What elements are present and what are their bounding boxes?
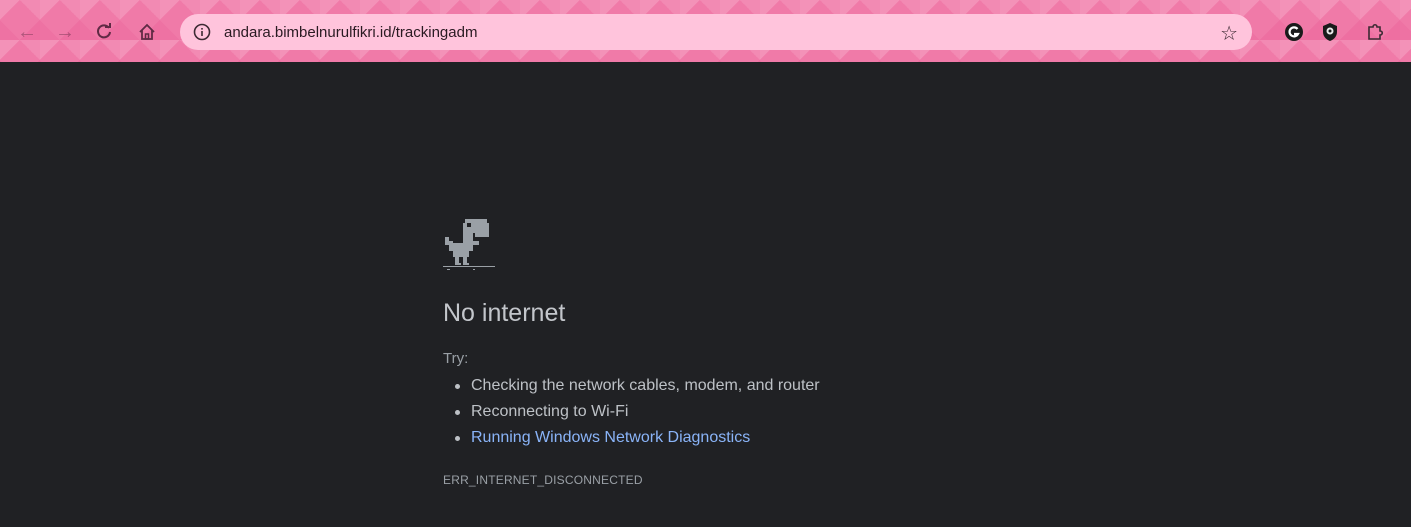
address-bar[interactable]: andara.bimbelnurulfikri.id/trackingadm ☆ xyxy=(180,14,1252,50)
suggestions-list: Checking the network cables, modem, and … xyxy=(443,373,1043,451)
error-code: ERR_INTERNET_DISCONNECTED xyxy=(443,473,643,487)
dinosaur-icon xyxy=(443,219,495,270)
forward-button[interactable]: → xyxy=(52,19,78,45)
network-diagnostics-link[interactable]: Running Windows Network Diagnostics xyxy=(455,425,1043,451)
back-arrow-icon: ← xyxy=(17,20,37,43)
browser-toolbar: ← → andara.bimbelnurulfikri.id/trackinga… xyxy=(0,0,1411,62)
puzzle-extensions-icon xyxy=(1368,23,1384,40)
grammar-extension-icon xyxy=(1285,23,1303,41)
reload-icon xyxy=(97,23,111,39)
try-label: Try: xyxy=(443,350,469,367)
error-page: No internet Try: Checking the network ca… xyxy=(443,215,1043,487)
page-title: No internet xyxy=(443,299,566,327)
shield-extension-icon xyxy=(1323,23,1337,41)
list-item: Reconnecting to Wi-Fi xyxy=(455,399,1043,425)
forward-arrow-icon: → xyxy=(55,20,75,43)
url-text[interactable]: andara.bimbelnurulfikri.id/trackingadm xyxy=(224,24,477,41)
extensions-button[interactable] xyxy=(1364,21,1386,43)
shield-extension-button[interactable] xyxy=(1319,21,1341,43)
back-button[interactable]: ← xyxy=(14,19,40,45)
info-icon[interactable] xyxy=(192,22,212,42)
home-icon xyxy=(139,23,155,40)
reload-button[interactable] xyxy=(91,19,117,45)
home-button[interactable] xyxy=(134,19,160,45)
grammar-extension-button[interactable] xyxy=(1283,21,1305,43)
list-item: Checking the network cables, modem, and … xyxy=(455,373,1043,399)
star-icon[interactable]: ☆ xyxy=(1220,21,1238,46)
